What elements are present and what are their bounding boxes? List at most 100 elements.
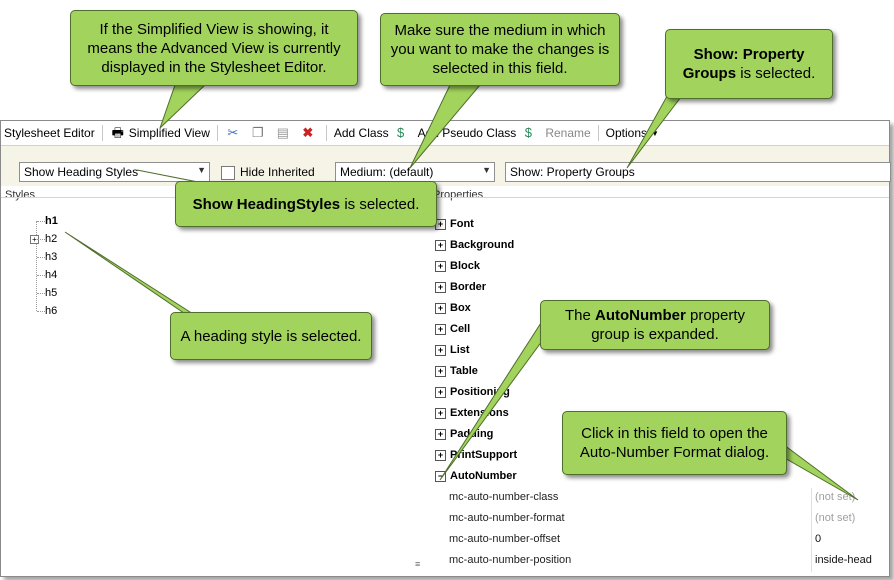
property-group-label: PrintSupport (450, 449, 518, 461)
add-class-label: Add Class (333, 126, 389, 140)
expand-icon: + (435, 428, 446, 440)
expand-icon: + (435, 302, 446, 314)
medium-value: Medium: (default) (340, 165, 434, 179)
property-group-table[interactable]: + Table (435, 365, 478, 377)
property-group-label: Positioning (450, 386, 510, 398)
chevron-down-icon: ▼ (197, 165, 206, 175)
column-divider (811, 530, 812, 551)
property-group-extensions[interactable]: + Extensions (435, 407, 509, 419)
tree-connector (37, 239, 45, 240)
show-styles-dropdown[interactable]: Show Heading Styles ▼ (19, 162, 210, 182)
editor-title: Stylesheet Editor (4, 126, 95, 140)
paste-button[interactable]: ▤ (272, 122, 297, 144)
simplified-view-label: Simplified View (128, 126, 210, 140)
property-group-block[interactable]: + Block (435, 260, 480, 272)
delete-button[interactable]: ✖ (297, 122, 322, 144)
column-divider (811, 551, 812, 572)
toolbar-separator (216, 125, 218, 141)
properties-pane: Properties + Font + Background + Block + Bor… (429, 187, 889, 576)
callout-text: A heading style is selected. (180, 327, 362, 345)
property-name: mc-auto-number-format (449, 512, 565, 524)
property-group-autonumber[interactable]: − AutoNumber (435, 470, 517, 482)
options-menu[interactable]: Options ▼ (603, 122, 662, 144)
style-item-h1[interactable]: h1 (45, 215, 58, 227)
delete-icon: ✖ (302, 125, 314, 140)
expand-icon: + (435, 365, 446, 377)
medium-dropdown[interactable]: Medium: (default) ▼ (335, 162, 495, 182)
callout-text: Show HeadingStyles is selected. (193, 195, 420, 214)
copy-icon: ❐ (252, 125, 264, 140)
style-item-h3[interactable]: h3 (45, 251, 57, 263)
callout-text: The AutoNumber property group is expande… (549, 306, 761, 344)
show-view-dropdown[interactable]: Show: Property Groups (505, 162, 891, 182)
property-group-cell[interactable]: + Cell (435, 323, 470, 335)
callout-rest: is selected. (736, 65, 816, 82)
filter-bar: Show Heading Styles ▼ Hide Inherited Med… (1, 146, 891, 186)
copy-button[interactable]: ❐ (247, 122, 272, 144)
toolbar-separator (597, 125, 599, 141)
property-group-label: AutoNumber (450, 470, 517, 482)
expand-icon: + (435, 239, 446, 251)
callout-text: Make sure the medium in which you want t… (390, 22, 610, 77)
show-styles-value: Show Heading Styles (24, 165, 139, 179)
property-group-box[interactable]: + Box (435, 302, 471, 314)
property-group-border[interactable]: + Border (435, 281, 486, 293)
hide-inherited-checkbox[interactable] (221, 166, 235, 180)
property-group-label: Padding (450, 428, 494, 440)
property-value-field[interactable]: 0 (815, 533, 821, 545)
property-group-printsupport[interactable]: + PrintSupport (435, 449, 517, 461)
expand-icon: + (435, 281, 446, 293)
add-pseudo-class-button[interactable]: Add Pseudo Class $ (415, 122, 543, 144)
property-value-field[interactable]: inside-head (815, 554, 872, 566)
property-group-font[interactable]: + Font (435, 218, 474, 230)
add-class-button[interactable]: Add Class $ (331, 122, 415, 144)
simplified-view-button[interactable]: 🖶 Simplified View (107, 122, 213, 144)
callout-heading-styles: Show HeadingStyles is selected. (175, 181, 437, 227)
properties-group-label: Properties (433, 189, 484, 201)
callout-rest: is selected. (340, 195, 420, 213)
properties-group-border (429, 197, 889, 198)
property-group-label: Table (450, 365, 478, 377)
property-group-list[interactable]: + List (435, 344, 470, 356)
style-item-h5[interactable]: h5 (45, 287, 57, 299)
property-group-label: Cell (450, 323, 471, 335)
auto-number-format-field[interactable]: (not set) (815, 512, 855, 524)
property-row: mc-auto-number-format (not set) (429, 509, 889, 530)
toolbar-separator (325, 125, 327, 141)
property-group-background[interactable]: + Background (435, 239, 514, 251)
property-group-positioning[interactable]: + Positioning (435, 386, 510, 398)
rename-button[interactable]: Rename (542, 122, 593, 144)
callout-simplified-view: If the Simplified View is showing, it me… (70, 10, 358, 86)
add-class-icon: $ (396, 125, 405, 140)
callout-text: Show: Property Groups is selected. (674, 45, 824, 83)
property-row: mc-auto-number-class (not set) (429, 488, 889, 509)
callout-show-property-groups: Show: Property Groups is selected. (665, 29, 833, 99)
style-item-h4[interactable]: h4 (45, 269, 57, 281)
style-item-h6[interactable]: h6 (45, 305, 57, 317)
column-divider (811, 509, 812, 530)
splitter-grip-icon[interactable]: ≡ (415, 559, 420, 569)
add-pseudo-class-icon: $ (524, 125, 532, 140)
callout-medium: Make sure the medium in which you want t… (380, 13, 620, 86)
callout-click-field: Click in this field to open the Auto-Num… (562, 411, 787, 475)
tree-connector (37, 275, 45, 276)
cut-button[interactable]: ✂ (222, 122, 247, 144)
callout-heading-style-selected: A heading style is selected. (170, 312, 372, 360)
property-group-label: Font (450, 218, 474, 230)
toolbar: Stylesheet Editor 🖶 Simplified View ✂ ❐ … (1, 121, 889, 146)
paste-icon: ▤ (276, 125, 290, 140)
show-view-value: Show: Property Groups (510, 165, 635, 179)
property-row: mc-auto-number-offset 0 (429, 530, 889, 551)
expand-icon: + (435, 344, 446, 356)
tree-connector (37, 293, 45, 294)
callout-autonumber: The AutoNumber property group is expande… (540, 300, 770, 350)
property-name: mc-auto-number-position (449, 554, 572, 566)
collapse-icon: − (435, 470, 446, 482)
styles-pane: Styles h1 + h2 h3 h4 h5 h6 ≡ (1, 187, 420, 576)
property-group-padding[interactable]: + Padding (435, 428, 493, 440)
property-value-field[interactable]: (not set) (815, 491, 855, 503)
chevron-down-icon: ▼ (482, 165, 491, 175)
property-group-label: Box (450, 302, 471, 314)
style-item-h2[interactable]: h2 (45, 233, 57, 245)
expand-icon: + (435, 323, 446, 335)
